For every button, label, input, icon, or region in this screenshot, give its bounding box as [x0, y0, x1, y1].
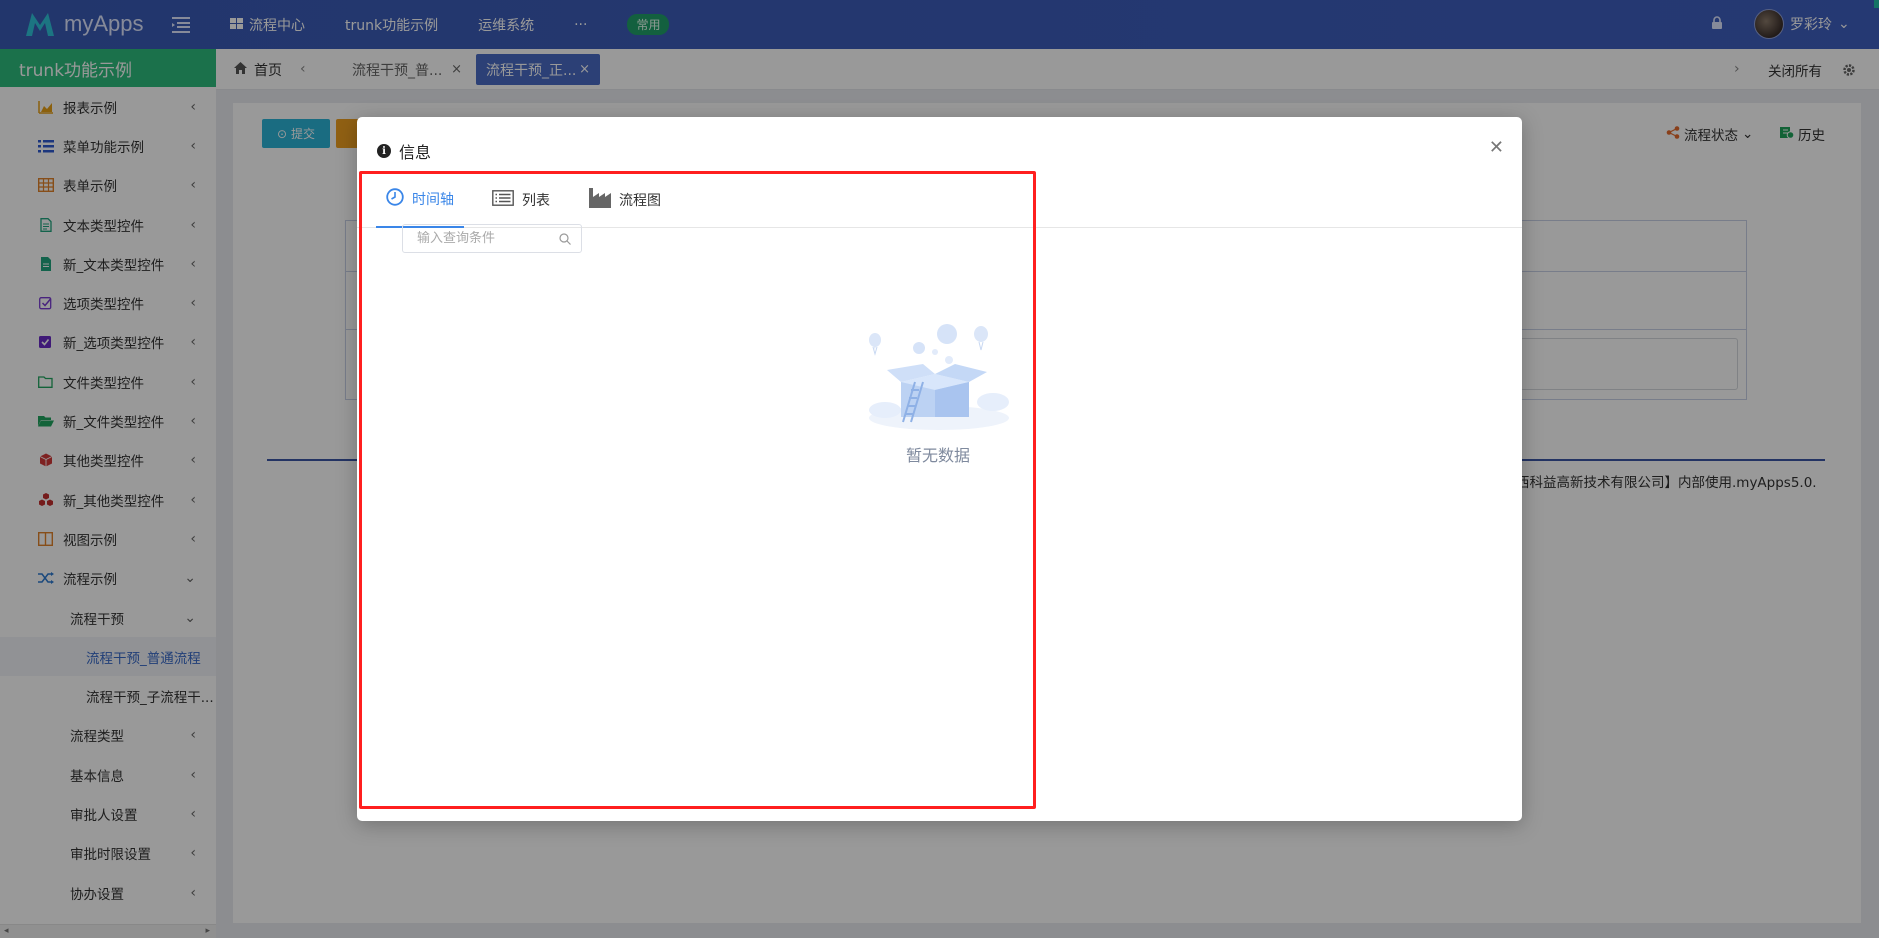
highlight-box: [359, 171, 1036, 809]
dialog-title: i 信息: [377, 139, 431, 163]
info-icon: i: [377, 144, 391, 158]
close-icon[interactable]: ✕: [1489, 137, 1504, 158]
dialog-title-text: 信息: [399, 143, 432, 162]
